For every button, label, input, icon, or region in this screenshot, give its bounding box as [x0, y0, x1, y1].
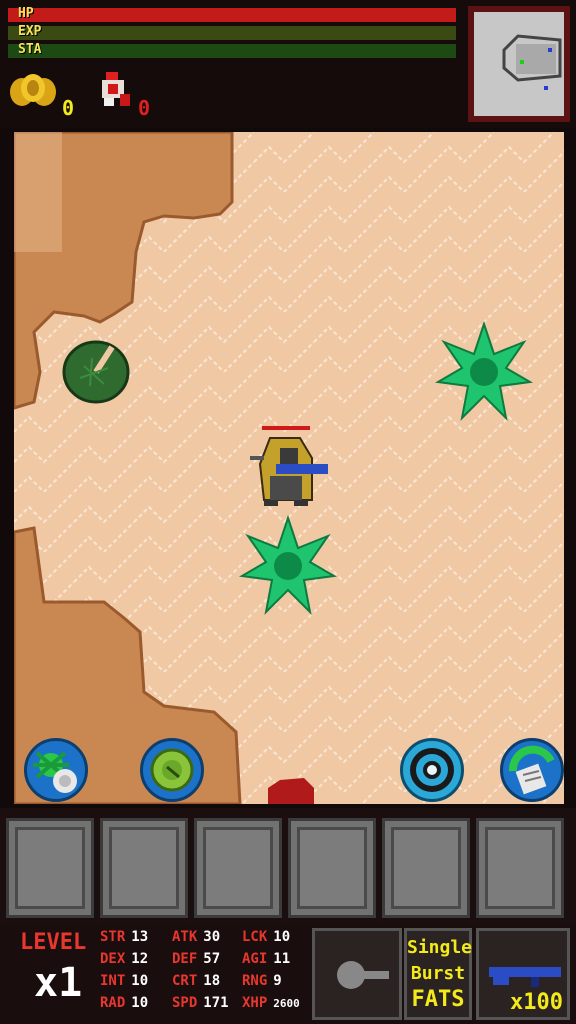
- level-label: LEVEL: [20, 930, 87, 955]
- ability-spider-icon: [33, 751, 77, 793]
- stat-dex: DEX 12: [100, 950, 148, 968]
- stat-value: 10: [131, 995, 149, 1011]
- stat-key: DEF: [172, 951, 198, 967]
- hp-bar: HP: [8, 6, 456, 22]
- inventory-slot-2[interactable]: [100, 818, 188, 918]
- gold-count: 0: [62, 96, 75, 120]
- fire-mode-burst: Burst: [410, 963, 466, 984]
- stat-key: INT: [100, 973, 126, 989]
- stat-crt: CRT 18: [172, 972, 220, 990]
- inventory-slot-3[interactable]: [194, 818, 282, 918]
- stat-rad: RAD 10: [100, 994, 148, 1012]
- ability-green-orb-button[interactable]: [140, 738, 204, 802]
- stat-xhp: XHP 2600: [242, 994, 300, 1013]
- stat-lck: LCK 10: [242, 928, 290, 946]
- ammo-count: x100: [510, 990, 563, 1015]
- stat-key: XHP: [242, 995, 268, 1011]
- lily-pad: [62, 340, 130, 404]
- stat-value: 13: [131, 929, 149, 945]
- sta-bar: STA: [8, 42, 456, 58]
- inventory-slots: [0, 808, 576, 924]
- ability-ring-button[interactable]: [400, 738, 464, 802]
- stats-panel: LEVEL x1 STR 13 ATK 30 LCK 10 DEX 12 DEF 57 AGI 11 I…: [0, 924, 576, 1024]
- stat-str: STR 13: [100, 928, 148, 946]
- exp-label: EXP: [18, 24, 42, 39]
- stat-def: DEF 57: [172, 950, 220, 968]
- hp-fill: [8, 8, 456, 22]
- ability-scroll-button[interactable]: [500, 738, 564, 802]
- exp-bar: EXP: [8, 24, 456, 40]
- stat-value: 2600: [273, 997, 300, 1010]
- stat-atk: ATK 30: [172, 928, 220, 946]
- weapon-slot[interactable]: [312, 928, 402, 1020]
- stat-value: 9: [273, 973, 282, 989]
- meat-icon: [102, 72, 130, 106]
- stat-value: 11: [273, 951, 291, 967]
- stat-value: 18: [203, 973, 221, 989]
- minimap-shape: [502, 34, 562, 90]
- stat-key: ATK: [172, 929, 198, 945]
- stat-key: CRT: [172, 973, 198, 989]
- exp-fill: [8, 26, 456, 40]
- meat-count: 0: [138, 96, 151, 120]
- stat-key: DEX: [100, 951, 126, 967]
- fire-mode-button[interactable]: Single Burst FATS: [404, 928, 472, 1020]
- top-hud: HP EXP STA 0 0: [0, 0, 576, 128]
- minimap-view: [474, 12, 564, 116]
- game-map[interactable]: [14, 132, 564, 804]
- level-multiplier: x1: [34, 960, 83, 1006]
- stat-key: AGI: [242, 951, 268, 967]
- inventory-slot-6[interactable]: [476, 818, 564, 918]
- stat-spd: SPD 171: [172, 994, 229, 1012]
- stat-key: SPD: [172, 995, 198, 1011]
- ability-green-orb-icon: [150, 748, 194, 792]
- stat-agi: AGI 11: [242, 950, 290, 968]
- inventory-slot-5[interactable]: [382, 818, 470, 918]
- stat-value: 30: [203, 929, 221, 945]
- ability-ring-icon: [410, 748, 454, 792]
- ammo-slot[interactable]: x100: [476, 928, 570, 1020]
- inventory-slot-1[interactable]: [6, 818, 94, 918]
- sta-label: STA: [18, 42, 42, 57]
- stat-rng: RNG 9: [242, 972, 282, 990]
- stat-value: 10: [273, 929, 291, 945]
- fire-mode-single: Single: [407, 937, 473, 958]
- stat-value: 57: [203, 951, 221, 967]
- weapon-slot-icon: [317, 933, 397, 1015]
- stat-value: 12: [131, 951, 149, 967]
- stat-key: RNG: [242, 973, 268, 989]
- stat-value: 10: [131, 973, 149, 989]
- ability-scroll-icon: [508, 745, 555, 795]
- stat-int: INT 10: [100, 972, 148, 990]
- stat-key: RAD: [100, 995, 126, 1011]
- terrain: [14, 132, 564, 804]
- minimap[interactable]: [468, 6, 570, 122]
- gold-coins-icon: [10, 74, 56, 106]
- stat-value: 171: [203, 995, 229, 1011]
- fire-mode-fats: FATS: [411, 987, 465, 1012]
- sta-fill: [8, 44, 456, 58]
- stat-key: LCK: [242, 929, 268, 945]
- stat-key: STR: [100, 929, 126, 945]
- ability-spider-button[interactable]: [24, 738, 88, 802]
- hp-label: HP: [18, 6, 34, 21]
- inventory-slot-4[interactable]: [288, 818, 376, 918]
